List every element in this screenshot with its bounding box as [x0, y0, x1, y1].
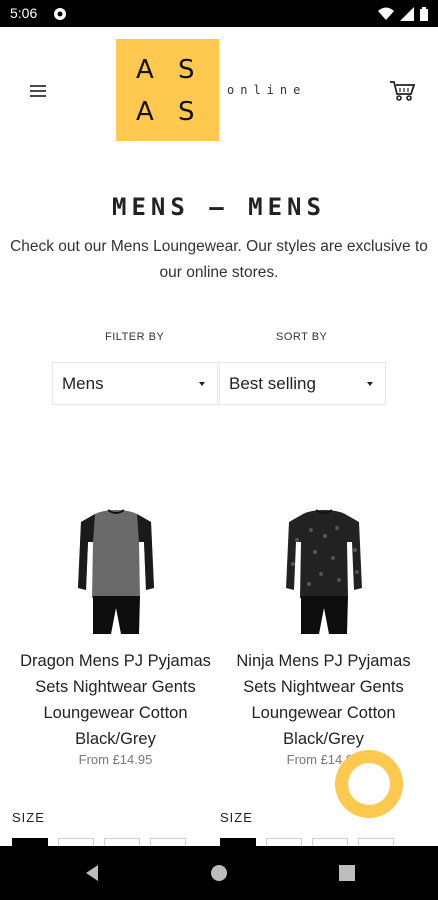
status-bar: 5:06	[0, 0, 438, 27]
page-title: MENS — MENS	[112, 193, 326, 221]
back-icon[interactable]	[82, 862, 104, 884]
system-nav-bar	[0, 846, 438, 900]
sort-value: Best selling	[229, 374, 316, 393]
signal-icon	[400, 6, 414, 25]
sort-select[interactable]: Best selling	[219, 362, 386, 405]
filter-label: FILTER BY	[105, 331, 165, 343]
product-price: From £14.95	[78, 752, 153, 767]
recent-apps-icon[interactable]	[336, 862, 358, 884]
chevron-down-icon	[367, 382, 373, 386]
site-header: A S A S online	[0, 27, 438, 157]
notification-icon	[53, 6, 67, 25]
wifi-icon	[378, 6, 394, 25]
home-icon[interactable]	[208, 862, 230, 884]
size-label: SIZE	[12, 810, 45, 825]
product-card[interactable]: Dragon Mens PJ Pyjamas Sets Nightwear Ge…	[13, 500, 218, 767]
logo-suffix: online	[227, 83, 307, 97]
product-title[interactable]: Dragon Mens PJ Pyjamas Sets Nightwear Ge…	[13, 648, 218, 752]
site-logo[interactable]: A S A S	[116, 39, 219, 141]
product-title[interactable]: Ninja Mens PJ Pyjamas Sets Nightwear Gen…	[221, 648, 426, 752]
chat-button[interactable]	[335, 750, 403, 818]
cart-icon[interactable]	[389, 79, 417, 103]
logo-letter: S	[178, 55, 195, 85]
chat-bubble-icon	[348, 763, 390, 805]
product-image[interactable]	[13, 500, 218, 636]
chevron-down-icon	[199, 382, 205, 386]
product-card[interactable]: Ninja Mens PJ Pyjamas Sets Nightwear Gen…	[221, 500, 426, 767]
sort-label: SORT BY	[276, 331, 328, 343]
logo-letter: S	[178, 97, 195, 127]
hamburger-icon[interactable]	[26, 79, 50, 103]
status-time: 5:06	[10, 5, 38, 21]
filter-select[interactable]: Mens	[52, 362, 218, 405]
battery-icon	[420, 6, 428, 25]
status-icons	[378, 6, 428, 25]
size-label: SIZE	[220, 810, 253, 825]
logo-letter: A	[136, 55, 154, 85]
logo-letter: A	[136, 97, 154, 127]
filter-value: Mens	[62, 374, 104, 393]
collection-description: Check out our Mens Loungewear. Our style…	[10, 238, 428, 281]
product-image[interactable]	[221, 500, 426, 636]
